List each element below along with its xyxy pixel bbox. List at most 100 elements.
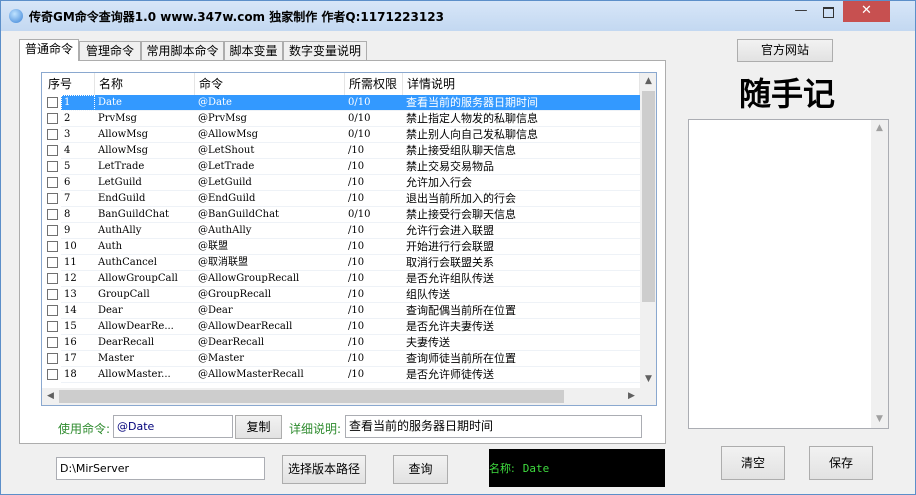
cell-index: 13 bbox=[61, 287, 95, 303]
name-value: Date bbox=[522, 462, 550, 475]
header-command[interactable]: 命令 bbox=[195, 73, 345, 95]
table-row[interactable]: 9 AuthAlly @AuthAlly/10 允许行会进入联盟 bbox=[42, 223, 640, 239]
scroll-thumb[interactable] bbox=[642, 91, 655, 302]
cell-command: @PrvMsg bbox=[195, 111, 345, 127]
scroll-right-icon[interactable]: ▶ bbox=[623, 388, 640, 405]
table-row[interactable]: 13 GroupCall @GroupRecall/10 组队传送 bbox=[42, 287, 640, 303]
cell-description: 允许加入行会 bbox=[403, 175, 640, 191]
scroll-thumb-horizontal[interactable] bbox=[59, 390, 564, 403]
cell-index: 7 bbox=[61, 191, 95, 207]
scroll-down-icon[interactable]: ▼ bbox=[640, 371, 656, 388]
cell-index: 5 bbox=[61, 159, 95, 175]
cell-command: @LetShout bbox=[195, 143, 345, 159]
tab-admin-commands[interactable]: 管理命令 bbox=[79, 41, 141, 60]
command-table: 序号 名称 命令 所需权限 详情说明 1 Date @Date 0/10 查看当前的服务… bbox=[41, 72, 657, 406]
server-path-field[interactable]: D:\MirServer bbox=[56, 457, 265, 480]
notes-textarea[interactable]: ▲ ▼ bbox=[688, 119, 889, 429]
notes-scrollbar[interactable]: ▲ ▼ bbox=[871, 120, 888, 428]
table-row[interactable]: 7 EndGuild @EndGuild/10 退出当前所加入的行会 bbox=[42, 191, 640, 207]
row-checkbox[interactable] bbox=[47, 257, 58, 268]
row-checkbox[interactable] bbox=[47, 241, 58, 252]
table-row[interactable]: 6 LetGuild @LetGuild/10 允许加入行会 bbox=[42, 175, 640, 191]
save-button[interactable]: 保存 bbox=[809, 446, 873, 480]
row-checkbox[interactable] bbox=[47, 289, 58, 300]
cell-permission: /10 bbox=[345, 191, 403, 207]
row-checkbox[interactable] bbox=[47, 273, 58, 284]
row-checkbox[interactable] bbox=[47, 113, 58, 124]
cell-index: 15 bbox=[61, 319, 95, 335]
scroll-left-icon[interactable]: ◀ bbox=[42, 388, 59, 405]
official-website-button[interactable]: 官方网站 bbox=[737, 39, 833, 62]
name-label: 名称: bbox=[489, 462, 515, 475]
detail-field[interactable]: 查看当前的服务器日期时间 bbox=[345, 415, 642, 438]
cell-permission: /10 bbox=[345, 239, 403, 255]
close-button[interactable]: ✕ bbox=[843, 1, 890, 22]
cell-name: AllowGroupCall bbox=[95, 271, 195, 287]
table-row[interactable]: 11 AuthCancel @取消联盟/10 取消行会联盟关系 bbox=[42, 255, 640, 271]
header-permission[interactable]: 所需权限 bbox=[345, 73, 403, 95]
tab-script-commands[interactable]: 常用脚本命令 bbox=[141, 41, 224, 60]
table-row[interactable]: 16 DearRecall @DearRecall/10 夫妻传送 bbox=[42, 335, 640, 351]
tab-number-variables[interactable]: 数字变量说明 bbox=[283, 41, 367, 60]
scroll-up-icon[interactable]: ▲ bbox=[640, 73, 656, 90]
table-row[interactable]: 3 AllowMsg @AllowMsg 0/10 禁止别人向自己发私聊信息 bbox=[42, 127, 640, 143]
cell-description: 禁止接受组队聊天信息 bbox=[403, 143, 640, 159]
row-checkbox[interactable] bbox=[47, 305, 58, 316]
table-row[interactable]: 1 Date @Date 0/10 查看当前的服务器日期时间 bbox=[42, 95, 640, 111]
table-row[interactable]: 12 AllowGroupCall @AllowGroupRecall/10 是否允许… bbox=[42, 271, 640, 287]
tab-common-commands[interactable]: 普通命令 bbox=[19, 39, 79, 61]
row-checkbox[interactable] bbox=[47, 97, 58, 108]
table-row[interactable]: 10 Auth @联盟/10 开始进行行会联盟 bbox=[42, 239, 640, 255]
cell-description: 开始进行行会联盟 bbox=[403, 239, 640, 255]
vertical-scrollbar[interactable]: ▲ ▼ bbox=[640, 73, 656, 388]
row-checkbox[interactable] bbox=[47, 209, 58, 220]
notes-scroll-down-icon[interactable]: ▼ bbox=[871, 411, 888, 428]
cell-command: @取消联盟 bbox=[195, 255, 345, 271]
cell-index: 11 bbox=[61, 255, 95, 271]
row-checkbox[interactable] bbox=[47, 161, 58, 172]
table-row[interactable]: 18 AllowMaster... @AllowMasterRecall/10 是否允… bbox=[42, 367, 640, 383]
table-row[interactable]: 2 PrvMsg @PrvMsg 0/10 禁止指定人物发的私聊信息 bbox=[42, 111, 640, 127]
cell-index: 16 bbox=[61, 335, 95, 351]
cell-description: 查询配偶当前所在位置 bbox=[403, 303, 640, 319]
minimize-button[interactable]: — bbox=[788, 1, 814, 22]
cell-command: @DearRecall bbox=[195, 335, 345, 351]
app-window: 传奇GM命令查询器1.0 www.347w.com 独家制作 作者Q:11712… bbox=[0, 0, 916, 495]
clear-button[interactable]: 清空 bbox=[721, 446, 785, 480]
table-row[interactable]: 17 Master @Master/10 查询师徒当前所在位置 bbox=[42, 351, 640, 367]
cell-command: @AllowDearRecall bbox=[195, 319, 345, 335]
use-command-field[interactable]: @Date bbox=[113, 415, 233, 438]
row-checkbox[interactable] bbox=[47, 321, 58, 332]
header-description[interactable]: 详情说明 bbox=[403, 73, 640, 95]
row-checkbox[interactable] bbox=[47, 353, 58, 364]
table-row[interactable]: 8 BanGuildChat @BanGuildChat 0/10 禁止接受行会聊天信息 bbox=[42, 207, 640, 223]
header-index[interactable]: 序号 bbox=[42, 73, 95, 95]
row-checkbox[interactable] bbox=[47, 193, 58, 204]
row-checkbox[interactable] bbox=[47, 129, 58, 140]
row-checkbox[interactable] bbox=[47, 177, 58, 188]
row-checkbox[interactable] bbox=[47, 337, 58, 348]
copy-button[interactable]: 复制 bbox=[235, 415, 282, 439]
row-checkbox[interactable] bbox=[47, 369, 58, 380]
table-row[interactable]: 14 Dear @Dear/10 查询配偶当前所在位置 bbox=[42, 303, 640, 319]
maximize-button[interactable] bbox=[815, 1, 841, 22]
notes-scroll-up-icon[interactable]: ▲ bbox=[871, 120, 888, 137]
cell-index: 8 bbox=[61, 207, 95, 223]
header-name[interactable]: 名称 bbox=[95, 73, 195, 95]
cell-name: GroupCall bbox=[95, 287, 195, 303]
detail-label: 详细说明: bbox=[289, 422, 342, 436]
choose-path-button[interactable]: 选择版本路径 bbox=[282, 455, 366, 484]
table-row[interactable]: 4 AllowMsg @LetShout/10 禁止接受组队聊天信息 bbox=[42, 143, 640, 159]
row-checkbox[interactable] bbox=[47, 225, 58, 236]
query-button[interactable]: 查询 bbox=[393, 455, 448, 484]
cell-name: Dear bbox=[95, 303, 195, 319]
table-row[interactable]: 15 AllowDearRe... @AllowDearRecall/10 是否允许夫… bbox=[42, 319, 640, 335]
table-row[interactable]: 5 LetTrade @LetTrade/10 禁止交易交易物品 bbox=[42, 159, 640, 175]
row-checkbox[interactable] bbox=[47, 145, 58, 156]
horizontal-scrollbar[interactable]: ◀ ▶ bbox=[42, 388, 640, 405]
name-display-text: 名称: Date bbox=[489, 460, 549, 476]
notes-title: 随手记 bbox=[738, 75, 835, 113]
tab-script-variables[interactable]: 脚本变量 bbox=[224, 41, 283, 60]
cell-index: 9 bbox=[61, 223, 95, 239]
cell-permission: /10 bbox=[345, 335, 403, 351]
